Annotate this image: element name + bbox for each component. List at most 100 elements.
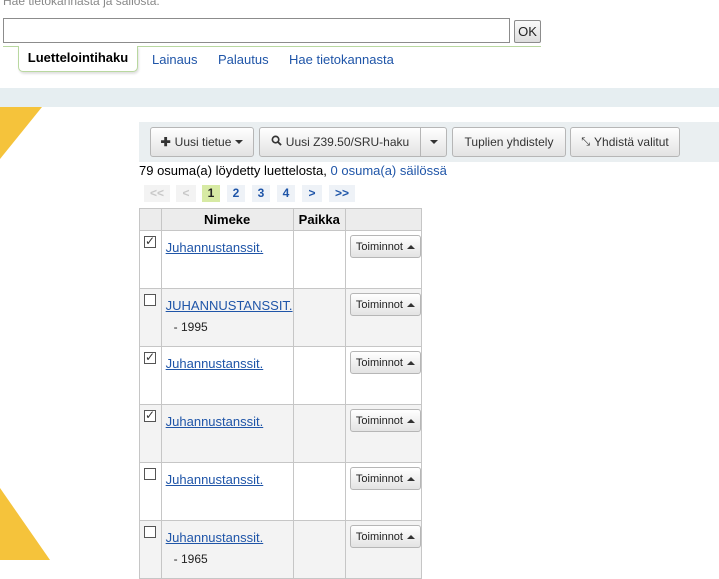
location-cell: [292, 462, 346, 521]
caret-down-icon: [235, 140, 244, 144]
select-cell: [139, 462, 162, 521]
table-row: Juhannustanssit. Toiminnot: [139, 404, 423, 463]
ok-button[interactable]: OK: [514, 20, 541, 43]
tab-cataloging-search[interactable]: Luettelointihaku: [18, 46, 138, 72]
record-title-link[interactable]: Juhannustanssit.: [166, 414, 293, 429]
new-record-button[interactable]: ✚ Uusi tietue: [150, 127, 254, 157]
compress-icon: ⤡: [581, 135, 591, 148]
z3950-dropdown-toggle[interactable]: [420, 127, 447, 157]
search-input[interactable]: [3, 18, 510, 43]
location-cell: [292, 404, 346, 463]
results-table: Nimeke Paikka Juhannustanssit.ToiminnotJ…: [139, 208, 423, 579]
location-cell: [292, 520, 346, 579]
pager-last[interactable]: >>: [329, 185, 355, 202]
caret-up-icon: [406, 244, 415, 249]
caret-up-icon: [406, 302, 415, 307]
plus-icon: ✚: [160, 135, 171, 149]
actions-cell: Toiminnot: [344, 462, 423, 521]
record-title-link[interactable]: Juhannustanssit.: [166, 356, 293, 371]
new-record-label: Uusi tietue: [174, 135, 232, 149]
merge-selected-button[interactable]: ⤡ Yhdistä valitut: [570, 127, 680, 157]
record-title-link[interactable]: Juhannustanssit.: [166, 240, 293, 255]
select-cell: [139, 230, 162, 289]
checkbox[interactable]: [144, 294, 156, 306]
select-cell: [139, 520, 162, 579]
decorative-shape: [0, 488, 50, 560]
title-cell: Juhannustanssit. - 1965: [160, 520, 294, 579]
caret-up-icon: [406, 418, 415, 423]
location-cell: [292, 288, 346, 347]
table-row: Juhannustanssit. Toiminnot: [139, 462, 423, 521]
decorative-shape: [0, 107, 42, 159]
checkbox-checked[interactable]: [144, 234, 156, 248]
checkbox[interactable]: [144, 468, 156, 480]
table-row: Juhannustanssit. - 1965 Toiminnot: [139, 520, 423, 579]
header-location[interactable]: Paikka: [292, 208, 346, 231]
search-icon: [271, 135, 282, 149]
actions-button[interactable]: Toiminnot: [349, 525, 421, 548]
select-cell: [139, 288, 162, 347]
pager-next[interactable]: >: [302, 185, 322, 202]
actions-label: Toiminnot: [355, 414, 403, 427]
table-row: JUHANNUSTANSSIT. - 1995 Toiminnot: [139, 288, 423, 347]
pager-page-1: 1: [202, 185, 220, 202]
title-cell: Juhannustanssit.: [160, 404, 294, 463]
actions-button[interactable]: Toiminnot: [349, 351, 421, 374]
table-header-row: Nimeke Paikka: [139, 208, 423, 231]
caret-up-icon: [406, 476, 415, 481]
actions-button[interactable]: Toiminnot: [349, 235, 421, 258]
location-cell: [292, 346, 346, 405]
select-cell: [139, 404, 162, 463]
tab-checkout[interactable]: Lainaus: [152, 52, 198, 67]
merge-label: Yhdistä valitut: [594, 135, 669, 149]
actions-cell: Toiminnot: [344, 288, 423, 347]
actions-button[interactable]: Toiminnot: [349, 409, 421, 432]
header-actions: [344, 208, 423, 231]
actions-button[interactable]: Toiminnot: [349, 293, 421, 316]
caret-up-icon: [406, 360, 415, 365]
checkbox[interactable]: [144, 526, 156, 538]
pager-prev: <: [176, 185, 196, 202]
pager-page-2[interactable]: 2: [227, 185, 245, 202]
reservoir-results-link[interactable]: 0 osuma(a) säilössä: [331, 163, 447, 178]
z3950-label: Uusi Z39.50/SRU-haku: [285, 135, 410, 149]
results-summary: 79 osuma(a) löydetty luettelosta, 0 osum…: [139, 163, 447, 178]
checkbox-checked[interactable]: [144, 408, 156, 422]
actions-cell: Toiminnot: [344, 404, 423, 463]
record-title-link[interactable]: Juhannustanssit.: [166, 530, 293, 545]
record-date: - 1965: [173, 552, 208, 566]
actions-label: Toiminnot: [355, 240, 403, 253]
z3950-search-button[interactable]: Uusi Z39.50/SRU-haku: [259, 127, 421, 157]
record-title-link[interactable]: JUHANNUSTANSSIT.: [166, 298, 293, 313]
search-label: Hae tietokannasta ja säilöstä:: [3, 0, 160, 8]
title-cell: Juhannustanssit.: [160, 230, 294, 289]
actions-cell: Toiminnot: [344, 230, 423, 289]
pager-first: <<: [144, 185, 170, 202]
title-cell: JUHANNUSTANSSIT. - 1995: [160, 288, 294, 347]
record-title-link[interactable]: Juhannustanssit.: [166, 472, 293, 487]
actions-cell: Toiminnot: [344, 346, 423, 405]
checkbox-checked[interactable]: [144, 350, 156, 364]
pager-page-3[interactable]: 3: [252, 185, 270, 202]
header-area: Hae tietokannasta ja säilöstä: OK Luette…: [0, 0, 719, 88]
pager-page-4[interactable]: 4: [277, 185, 295, 202]
caret-up-icon: [406, 534, 415, 539]
select-cell: [139, 346, 162, 405]
actions-label: Toiminnot: [355, 298, 403, 311]
table-row: Juhannustanssit. Toiminnot: [139, 346, 423, 405]
header-title[interactable]: Nimeke: [160, 208, 294, 231]
header-select: [139, 208, 162, 231]
tab-search-catalog[interactable]: Hae tietokannasta: [289, 52, 394, 67]
location-cell: [292, 230, 346, 289]
merge-duplicates-button[interactable]: Tuplien yhdistely: [452, 127, 566, 157]
catalog-count-text: 79 osuma(a) löydetty luettelosta,: [139, 163, 327, 178]
header-band: [0, 88, 719, 107]
table-row: Juhannustanssit. Toiminnot: [139, 230, 423, 289]
tab-checkin[interactable]: Palautus: [218, 52, 269, 67]
actions-label: Toiminnot: [355, 472, 403, 485]
actions-label: Toiminnot: [355, 356, 403, 369]
title-cell: Juhannustanssit.: [160, 346, 294, 405]
record-date: - 1995: [173, 320, 208, 334]
actions-button[interactable]: Toiminnot: [349, 467, 421, 490]
actions-cell: Toiminnot: [344, 520, 423, 579]
